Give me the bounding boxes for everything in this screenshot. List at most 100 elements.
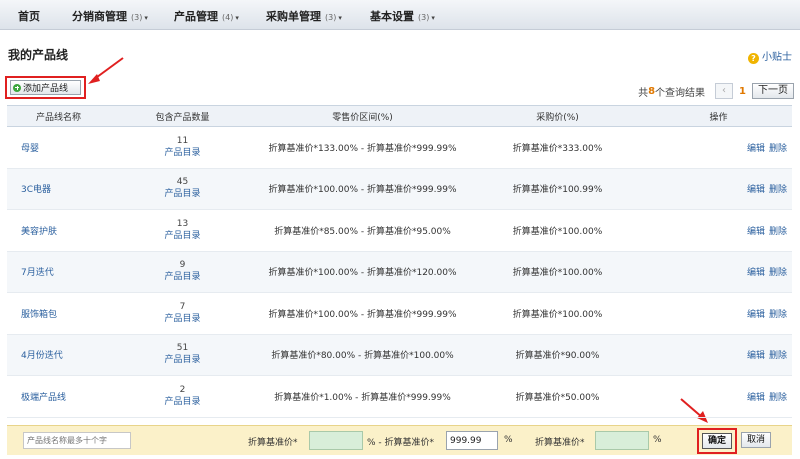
- prev-page-button[interactable]: ‹: [715, 83, 734, 99]
- product-line-name[interactable]: 3C电器: [21, 185, 51, 195]
- product-line-name[interactable]: 母婴: [21, 144, 39, 154]
- page-title: 我的产品线: [8, 48, 69, 62]
- edit-link[interactable]: 编辑: [747, 351, 765, 361]
- retail-range: 折算基准价*100.00% - 折算基准价*120.00%: [268, 268, 457, 279]
- product-count: 45: [176, 177, 189, 188]
- retail-min-input[interactable]: [309, 431, 363, 450]
- table-row: 服饰箱包 7 产品目录 折算基准价*100.00% - 折算基准价*999.99%…: [7, 293, 792, 335]
- product-line-name[interactable]: 4月份迭代: [21, 351, 63, 361]
- nav-settings-count: (3): [418, 13, 430, 22]
- nav-product-label: 产品管理: [174, 10, 218, 23]
- retail-range: 折算基准价*100.00% - 折算基准价*999.99%: [268, 309, 457, 320]
- product-line-name[interactable]: 7月迭代: [21, 268, 54, 278]
- top-nav: 首页 分销商管理 (3) ▾ 产品管理 (4) ▾ 采购单管理 (3) ▾ 基本设置 (3) ▾: [0, 0, 800, 30]
- product-line-table: 产品线名称 包含产品数量 零售价区间(%) 采购价(%) 操作 母婴 11 产品目…: [7, 105, 792, 418]
- purchase-input[interactable]: [595, 431, 649, 450]
- nav-purchase[interactable]: 采购单管理 (3) ▾: [266, 8, 342, 24]
- table-row: 4月份迭代 51 产品目录 折算基准价*80.00% - 折算基准价*100.00…: [7, 334, 792, 376]
- purchase-price: 折算基准价*100.00%: [512, 268, 603, 279]
- catalog-link[interactable]: 产品目录: [110, 396, 255, 409]
- edit-link[interactable]: 编辑: [747, 227, 765, 237]
- purchase-price: 折算基准价*90.00%: [515, 351, 600, 362]
- edit-link[interactable]: 编辑: [747, 393, 765, 403]
- retail-max-label: % - 折算基准价*: [367, 438, 435, 448]
- chevron-down-icon: ▾: [144, 14, 148, 22]
- product-count: 2: [179, 384, 186, 395]
- catalog-link[interactable]: 产品目录: [110, 271, 255, 284]
- annotation-highlight-confirm: 确定: [697, 428, 737, 454]
- result-count: 8: [648, 85, 656, 97]
- catalog-link[interactable]: 产品目录: [110, 188, 255, 201]
- catalog-link[interactable]: 产品目录: [110, 354, 255, 367]
- purchase-price: 折算基准价*100.00%: [512, 226, 603, 237]
- nav-settings-label: 基本设置: [370, 10, 414, 23]
- product-count: 9: [179, 260, 186, 271]
- delete-link[interactable]: 删除: [769, 268, 787, 278]
- table-header: 产品线名称 包含产品数量 零售价区间(%) 采购价(%) 操作: [7, 105, 792, 127]
- retail-range: 折算基准价*85.00% - 折算基准价*95.00%: [274, 226, 451, 237]
- delete-link[interactable]: 删除: [769, 144, 787, 154]
- tips-link[interactable]: ? 小贴士: [748, 48, 792, 64]
- nav-settings[interactable]: 基本设置 (3) ▾: [370, 8, 435, 24]
- nav-home-label: 首页: [18, 10, 40, 23]
- delete-link[interactable]: 删除: [769, 393, 787, 403]
- retail-range: 折算基准价*1.00% - 折算基准价*999.99%: [274, 392, 451, 403]
- retail-max-pct: %: [504, 435, 513, 445]
- add-product-line-button[interactable]: 添加产品线: [10, 80, 81, 95]
- catalog-link[interactable]: 产品目录: [110, 147, 255, 160]
- delete-link[interactable]: 删除: [769, 185, 787, 195]
- product-line-name[interactable]: 服饰箱包: [21, 310, 57, 320]
- nav-product-count: (4): [222, 13, 234, 22]
- confirm-button[interactable]: 确定: [702, 433, 732, 449]
- annotation-highlight-add: 添加产品线: [5, 76, 86, 99]
- nav-distributor-label: 分销商管理: [72, 10, 127, 23]
- nav-product[interactable]: 产品管理 (4) ▾: [174, 8, 239, 24]
- product-line-name[interactable]: 美容护肤: [21, 227, 57, 237]
- purchase-label: 折算基准价*: [535, 438, 585, 448]
- nav-purchase-count: (3): [325, 13, 337, 22]
- retail-min-label: 折算基准价*: [248, 438, 298, 448]
- table-row: 极端产品线 2 产品目录 折算基准价*1.00% - 折算基准价*999.99% …: [7, 376, 792, 418]
- current-page[interactable]: 1: [739, 86, 746, 97]
- col-header-actions: 操作: [709, 112, 728, 123]
- catalog-link[interactable]: 产品目录: [110, 313, 255, 326]
- plus-icon: [13, 83, 21, 92]
- cancel-button[interactable]: 取消: [741, 432, 771, 448]
- question-icon: ?: [748, 53, 759, 64]
- purchase-pct: %: [653, 435, 662, 445]
- product-line-name[interactable]: 极端产品线: [21, 393, 66, 403]
- purchase-price: 折算基准价*333.00%: [512, 143, 603, 154]
- nav-home[interactable]: 首页: [18, 8, 40, 24]
- next-page-button[interactable]: 下一页: [752, 83, 794, 99]
- table-row: 美容护肤 13 产品目录 折算基准价*85.00% - 折算基准价*95.00% …: [7, 210, 792, 252]
- nav-distributor[interactable]: 分销商管理 (3) ▾: [72, 8, 148, 24]
- col-header-retail: 零售价区间(%): [332, 112, 393, 123]
- delete-link[interactable]: 删除: [769, 310, 787, 320]
- col-header-count: 包含产品数量: [155, 112, 210, 123]
- product-count: 7: [179, 301, 186, 312]
- result-prefix: 共: [638, 87, 649, 99]
- catalog-link[interactable]: 产品目录: [110, 230, 255, 243]
- col-header-name: 产品线名称: [35, 112, 81, 123]
- nav-distributor-count: (3): [131, 13, 143, 22]
- arrow-to-add-button: [88, 57, 124, 84]
- new-product-line-row: 折算基准价* % - 折算基准价* % 折算基准价* % 确定 取消: [7, 425, 792, 455]
- product-line-name-input[interactable]: [23, 432, 131, 449]
- purchase-price: 折算基准价*50.00%: [515, 392, 600, 403]
- edit-link[interactable]: 编辑: [747, 268, 765, 278]
- edit-link[interactable]: 编辑: [747, 144, 765, 154]
- result-suffix: 个查询结果: [655, 87, 706, 99]
- table-row: 7月迭代 9 产品目录 折算基准价*100.00% - 折算基准价*120.00%…: [7, 251, 792, 293]
- retail-max-input[interactable]: [446, 431, 498, 450]
- chevron-down-icon: ▾: [235, 14, 239, 22]
- product-count: 11: [176, 135, 189, 146]
- table-row: 3C电器 45 产品目录 折算基准价*100.00% - 折算基准价*999.99…: [7, 168, 792, 210]
- delete-link[interactable]: 删除: [769, 351, 787, 361]
- pager: 共 8 个查询结果 ‹ 1 下一页: [638, 82, 794, 100]
- edit-link[interactable]: 编辑: [747, 185, 765, 195]
- chevron-down-icon: ▾: [338, 14, 342, 22]
- edit-link[interactable]: 编辑: [747, 310, 765, 320]
- chevron-down-icon: ▾: [431, 14, 435, 22]
- retail-range: 折算基准价*133.00% - 折算基准价*999.99%: [268, 143, 457, 154]
- delete-link[interactable]: 删除: [769, 227, 787, 237]
